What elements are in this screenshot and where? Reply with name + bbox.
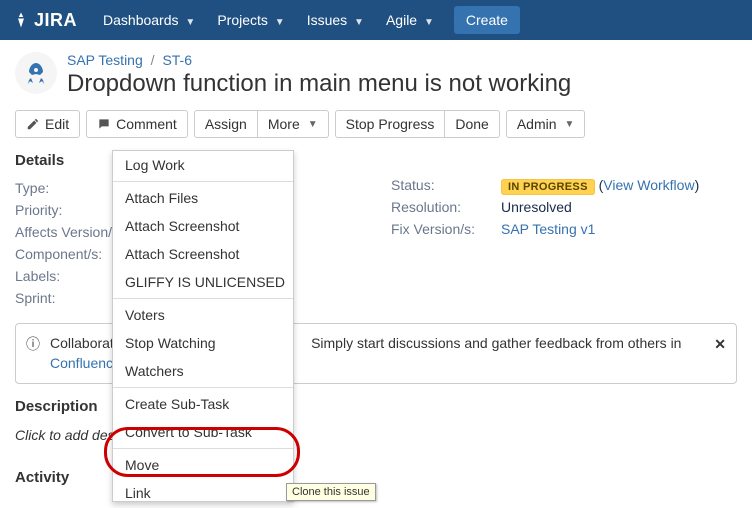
logo-text: JIRA [34, 10, 77, 31]
pencil-icon [26, 117, 40, 131]
menu-item-voters[interactable]: Voters [113, 301, 293, 329]
breadcrumb-project[interactable]: SAP Testing [67, 52, 143, 68]
field-label: Type: [15, 180, 125, 196]
menu-item-watchers[interactable]: Watchers [113, 357, 293, 385]
menu-item-log-work[interactable]: Log Work [113, 151, 293, 179]
chevron-down-icon: ▼ [185, 17, 195, 28]
stop-progress-button[interactable]: Stop Progress [335, 110, 446, 138]
menu-item-link[interactable]: Link [113, 479, 293, 501]
jira-logo-icon [12, 11, 30, 29]
resolution-label: Resolution: [391, 199, 501, 215]
nav-items: Dashboards ▼Projects ▼Issues ▼Agile ▼ [93, 6, 444, 34]
admin-button[interactable]: Admin▼ [506, 110, 586, 138]
issue-toolbar: Edit Comment Assign More▼ Stop Progress … [0, 106, 752, 148]
jira-logo[interactable]: JIRA [12, 10, 77, 31]
chevron-down-icon: ▼ [424, 17, 434, 28]
rocket-icon [24, 61, 48, 85]
close-icon[interactable]: ✕ [714, 335, 726, 355]
breadcrumb-separator: / [147, 52, 159, 68]
nav-item-issues[interactable]: Issues ▼ [297, 6, 374, 34]
menu-divider [113, 448, 293, 449]
menu-item-attach-screenshot[interactable]: Attach Screenshot [113, 240, 293, 268]
field-label: Labels: [15, 268, 125, 284]
chevron-down-icon: ▼ [354, 17, 364, 28]
issue-header: SAP Testing / ST-6 Dropdown function in … [0, 40, 752, 106]
menu-divider [113, 298, 293, 299]
status-label: Status: [391, 177, 501, 193]
menu-divider [113, 387, 293, 388]
field-label: Affects Version/s: [15, 224, 125, 240]
menu-item-create-sub-task[interactable]: Create Sub-Task [113, 390, 293, 418]
chevron-down-icon: ▼ [565, 119, 575, 130]
info-icon: ⓘ [26, 335, 40, 355]
menu-item-move[interactable]: Move [113, 451, 293, 479]
dropdown-scroll[interactable]: Log WorkAttach FilesAttach ScreenshotAtt… [113, 151, 293, 501]
assign-button[interactable]: Assign [194, 110, 258, 138]
more-dropdown: Log WorkAttach FilesAttach ScreenshotAtt… [112, 150, 294, 502]
details-right-column: Status: IN PROGRESS (View Workflow) Reso… [391, 148, 737, 309]
field-label: Component/s: [15, 246, 125, 262]
create-button[interactable]: Create [454, 6, 520, 34]
comment-icon [97, 117, 111, 131]
fixversion-link[interactable]: SAP Testing v1 [501, 221, 595, 237]
confluence-link[interactable]: Confluence [50, 355, 121, 371]
nav-item-dashboards[interactable]: Dashboards ▼ [93, 6, 205, 34]
menu-item-gliffy-is-unlicensed[interactable]: GLIFFY IS UNLICENSED [113, 268, 293, 296]
menu-item-convert-to-sub-task[interactable]: Convert to Sub-Task [113, 418, 293, 446]
breadcrumb-issue-key[interactable]: ST-6 [162, 52, 192, 68]
chevron-down-icon: ▼ [308, 119, 318, 130]
top-nav: JIRA Dashboards ▼Projects ▼Issues ▼Agile… [0, 0, 752, 40]
nav-item-projects[interactable]: Projects ▼ [207, 6, 294, 34]
status-badge: IN PROGRESS [501, 179, 595, 195]
menu-item-attach-screenshot[interactable]: Attach Screenshot [113, 212, 293, 240]
project-avatar[interactable] [15, 52, 57, 94]
breadcrumb: SAP Testing / ST-6 [67, 52, 571, 68]
fixversion-label: Fix Version/s: [391, 221, 501, 237]
field-label: Priority: [15, 202, 125, 218]
menu-divider [113, 181, 293, 182]
clone-tooltip: Clone this issue [286, 483, 376, 501]
view-workflow-link[interactable]: View Workflow [603, 177, 694, 193]
edit-button[interactable]: Edit [15, 110, 80, 138]
menu-item-attach-files[interactable]: Attach Files [113, 184, 293, 212]
nav-item-agile[interactable]: Agile ▼ [376, 6, 444, 34]
comment-button[interactable]: Comment [86, 110, 188, 138]
done-button[interactable]: Done [445, 110, 499, 138]
chevron-down-icon: ▼ [275, 17, 285, 28]
resolution-value: Unresolved [501, 199, 572, 215]
more-button[interactable]: More▼ [258, 110, 329, 138]
menu-item-stop-watching[interactable]: Stop Watching [113, 329, 293, 357]
issue-title: Dropdown function in main menu is not wo… [67, 70, 571, 98]
field-label: Sprint: [15, 290, 125, 306]
